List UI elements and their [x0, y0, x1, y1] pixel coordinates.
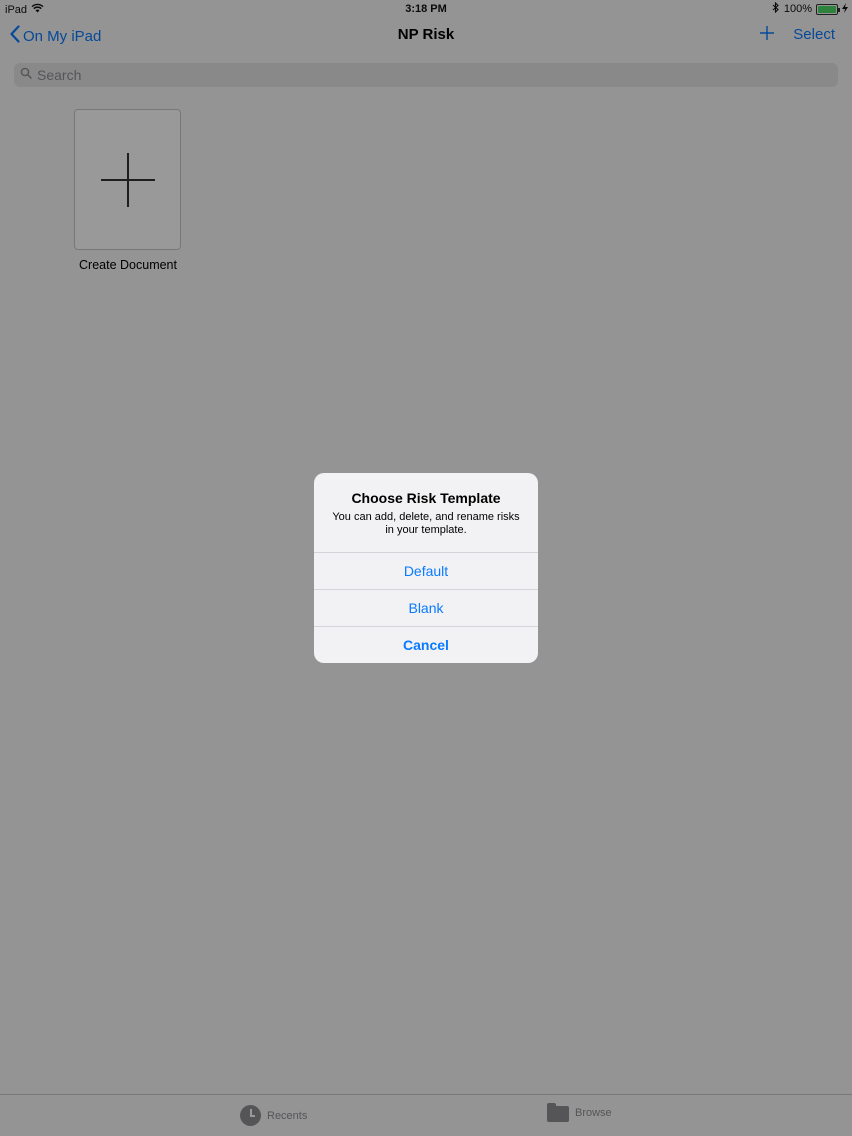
blank-button[interactable]: Blank — [314, 589, 538, 626]
choose-template-alert: Choose Risk Template You can add, delete… — [314, 473, 538, 663]
screen: iPad 3:18 PM 100% On My iPad NP Risk Sel… — [0, 0, 852, 1136]
alert-title: Choose Risk Template — [351, 490, 501, 506]
alert-actions: Default Blank Cancel — [314, 552, 538, 663]
default-button[interactable]: Default — [314, 552, 538, 589]
cancel-button[interactable]: Cancel — [314, 626, 538, 663]
alert-message: You can add, delete, and rename risks in… — [332, 511, 520, 536]
